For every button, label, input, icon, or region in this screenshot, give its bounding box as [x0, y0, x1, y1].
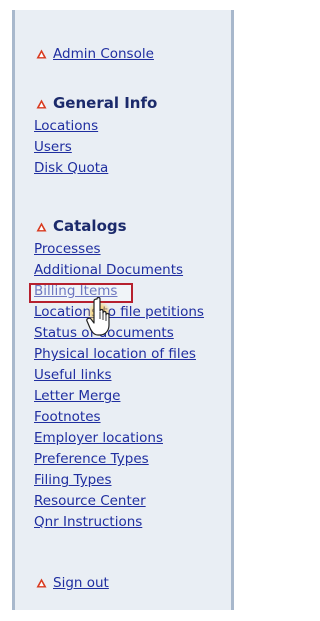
nav-item-resource-center[interactable]: Resource Center [34, 492, 204, 513]
sign-out-label: Sign out [53, 575, 109, 591]
nav-item-users[interactable]: Users [34, 138, 108, 159]
nav-item-disk-quota[interactable]: Disk Quota [34, 159, 108, 180]
general-info-title: General Info [53, 94, 158, 112]
nav-item-useful-links[interactable]: Useful links [34, 366, 204, 387]
nav-item-processes[interactable]: Processes [34, 240, 204, 261]
general-info-heading: General Info [36, 94, 157, 112]
nav-item-filing-types[interactable]: Filing Types [34, 471, 204, 492]
general-info-list: Locations Users Disk Quota [34, 117, 108, 180]
nav-item-letter-merge[interactable]: Letter Merge [34, 387, 204, 408]
admin-console-label: Admin Console [53, 46, 154, 62]
hand-pointer-icon [86, 296, 111, 336]
nav-item-footnotes[interactable]: Footnotes [34, 408, 204, 429]
nav-item-physical-location-of-files[interactable]: Physical location of files [34, 345, 204, 366]
nav-item-employer-locations[interactable]: Employer locations [34, 429, 204, 450]
catalogs-title: Catalogs [53, 217, 127, 235]
nav-item-additional-documents[interactable]: Additional Documents [34, 261, 204, 282]
admin-console-link[interactable]: Admin Console [36, 45, 154, 63]
warning-triangle-icon [36, 222, 47, 232]
sign-out-link[interactable]: Sign out [36, 574, 109, 592]
warning-triangle-icon [36, 99, 47, 109]
catalogs-heading: Catalogs [36, 217, 127, 235]
warning-triangle-icon [36, 49, 47, 59]
warning-triangle-icon [36, 578, 47, 588]
nav-item-preference-types[interactable]: Preference Types [34, 450, 204, 471]
nav-item-qnr-instructions[interactable]: Qnr Instructions [34, 513, 204, 534]
nav-item-locations[interactable]: Locations [34, 117, 108, 138]
